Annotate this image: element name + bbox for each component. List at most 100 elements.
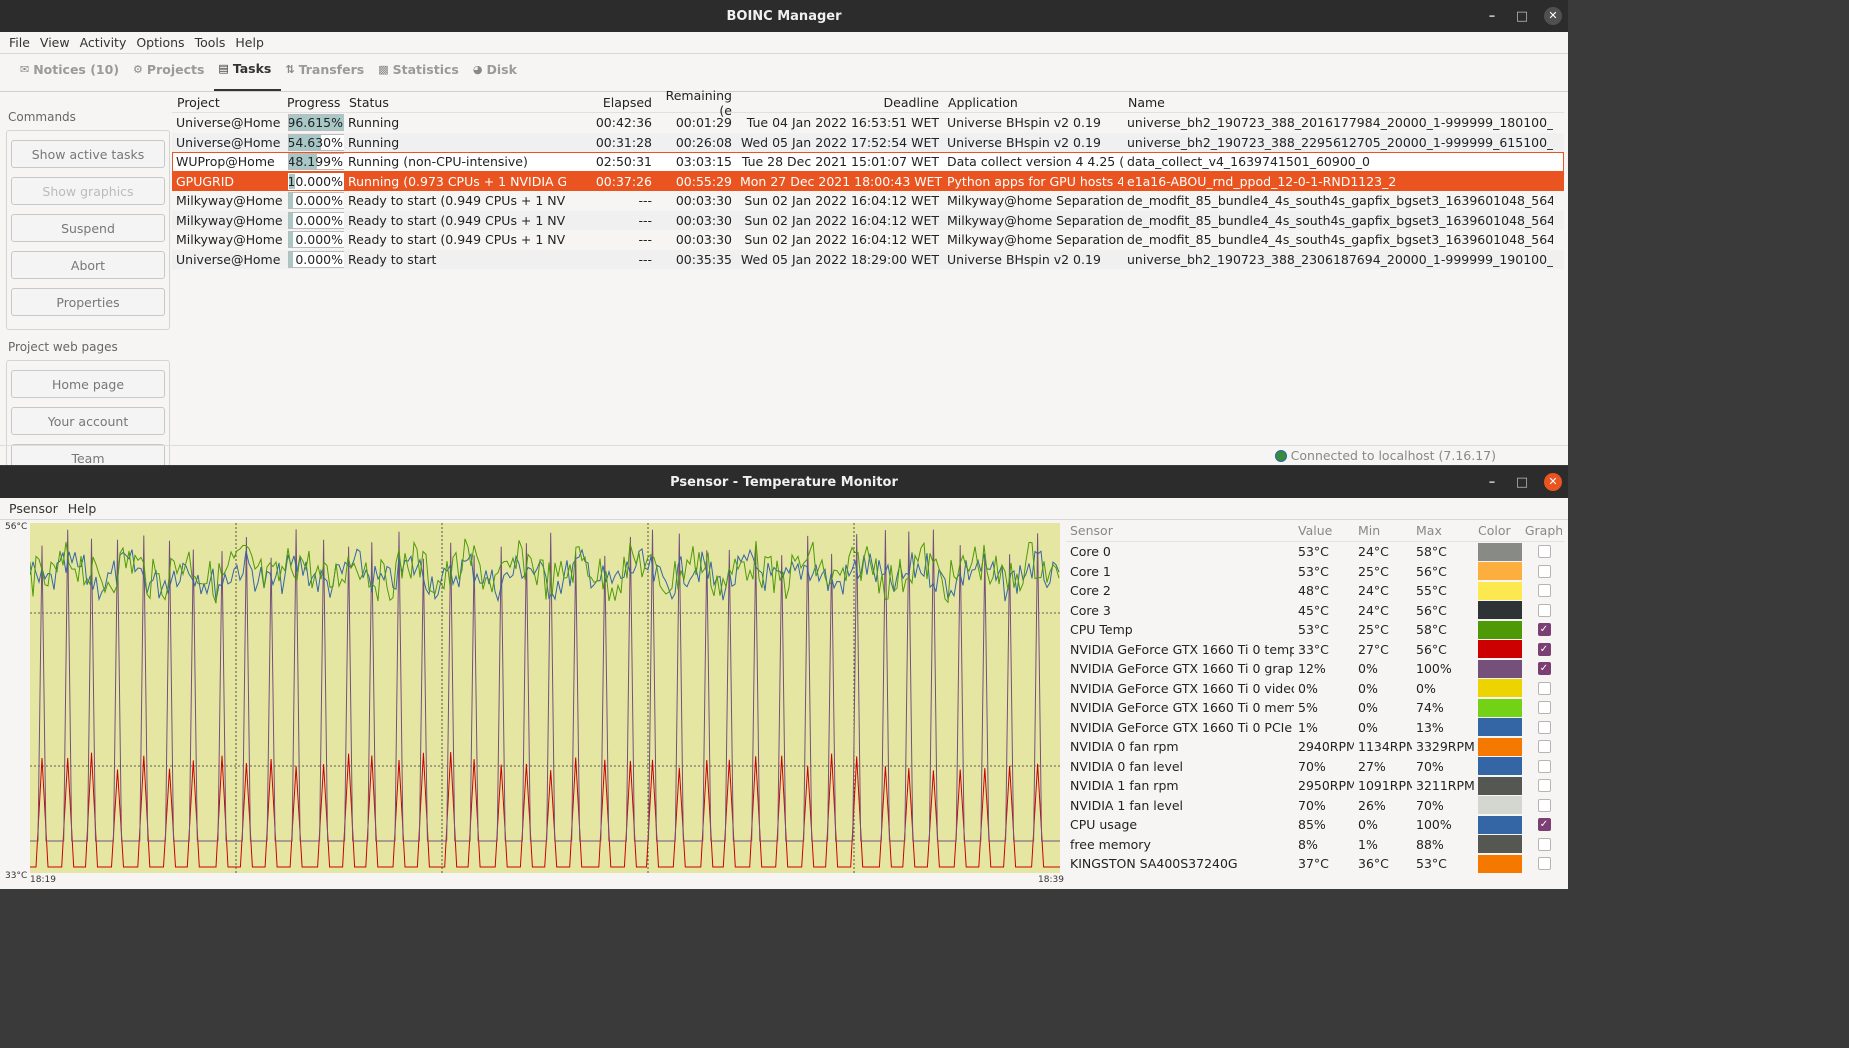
task-row[interactable]: Universe@Home 54.630% Running 00:31:28 00:26…: [172, 132, 1564, 152]
sensor-row[interactable]: CPU usage 85% 0% 100% ✓: [1066, 815, 1564, 835]
sensor-color-swatch[interactable]: [1478, 562, 1522, 581]
sensor-row[interactable]: NVIDIA GeForce GTX 1660 Ti 0 graphics 12%…: [1066, 659, 1564, 679]
menu-help[interactable]: Help: [63, 501, 102, 516]
tab-transfers[interactable]: ⇅ Transfers: [281, 55, 374, 91]
sensor-graph-checkbox[interactable]: [1537, 603, 1551, 617]
sensor-color-swatch[interactable]: [1478, 659, 1522, 678]
sensor-graph-checkbox[interactable]: [1537, 681, 1551, 695]
sensor-row[interactable]: NVIDIA 0 fan rpm 2940RPM 1134RPM 3329RPM: [1066, 737, 1564, 757]
col-progress[interactable]: Progress: [282, 95, 344, 110]
col-graph[interactable]: Graph: [1522, 523, 1562, 538]
suspend-button[interactable]: Suspend: [11, 214, 165, 242]
sensor-row[interactable]: Core 2 48°C 24°C 55°C: [1066, 581, 1564, 601]
sensor-graph-checkbox[interactable]: ✓: [1537, 623, 1551, 637]
col-elapsed[interactable]: Elapsed: [566, 95, 656, 110]
maximize-icon[interactable]: □: [1514, 475, 1530, 490]
task-row[interactable]: GPUGRID 10.000% Running (0.973 CPUs + 1 NV…: [172, 171, 1564, 191]
menu-view[interactable]: View: [35, 35, 75, 50]
sensor-graph-checkbox[interactable]: ✓: [1537, 642, 1551, 656]
sensor-color-swatch[interactable]: [1478, 737, 1522, 756]
task-row[interactable]: Milkyway@Home 0.000% Ready to start (0.949…: [172, 210, 1564, 230]
maximize-icon[interactable]: □: [1514, 9, 1530, 24]
sensor-graph-checkbox[interactable]: [1537, 857, 1551, 871]
sensor-row[interactable]: free memory 8% 1% 88%: [1066, 835, 1564, 855]
sensor-row[interactable]: CPU Temp 53°C 25°C 58°C ✓: [1066, 620, 1564, 640]
tab-disk[interactable]: ◕ Disk: [469, 55, 527, 91]
sensor-row[interactable]: Core 0 53°C 24°C 58°C: [1066, 542, 1564, 562]
sensor-graph-checkbox[interactable]: [1537, 564, 1551, 578]
sensor-graph-checkbox[interactable]: [1537, 837, 1551, 851]
sensor-graph-checkbox[interactable]: [1537, 720, 1551, 734]
sensor-graph-checkbox[interactable]: [1537, 740, 1551, 754]
col-application[interactable]: Application: [943, 95, 1123, 110]
sensor-row[interactable]: Core 1 53°C 25°C 56°C: [1066, 562, 1564, 582]
sensor-color-swatch[interactable]: [1478, 698, 1522, 717]
col-project[interactable]: Project: [172, 95, 282, 110]
sensor-color-swatch[interactable]: [1478, 640, 1522, 659]
sensor-color-swatch[interactable]: [1478, 815, 1522, 834]
sensor-graph-checkbox[interactable]: [1537, 584, 1551, 598]
minimize-icon[interactable]: –: [1484, 475, 1500, 490]
close-icon[interactable]: ✕: [1544, 7, 1562, 25]
your-account-button[interactable]: Your account: [11, 407, 165, 435]
col-max[interactable]: Max: [1412, 523, 1474, 538]
properties-button[interactable]: Properties: [11, 288, 165, 316]
col-deadline[interactable]: Deadline: [736, 95, 943, 110]
menu-tools[interactable]: Tools: [190, 35, 231, 50]
sensor-color-swatch[interactable]: [1478, 835, 1522, 854]
col-remaining[interactable]: Remaining (e: [656, 88, 736, 118]
show-active-tasks-button[interactable]: Show active tasks: [11, 140, 165, 168]
sensor-row[interactable]: NVIDIA GeForce GTX 1660 Ti 0 temp 33°C 27°…: [1066, 640, 1564, 660]
col-status[interactable]: Status: [344, 95, 566, 110]
sensor-graph-checkbox[interactable]: [1537, 759, 1551, 773]
show-graphics-button[interactable]: Show graphics: [11, 177, 165, 205]
home-page-button[interactable]: Home page: [11, 370, 165, 398]
sensor-graph-checkbox[interactable]: [1537, 779, 1551, 793]
menu-activity[interactable]: Activity: [75, 35, 132, 50]
sensor-color-swatch[interactable]: [1478, 776, 1522, 795]
tab-tasks[interactable]: ▤ Tasks: [214, 55, 282, 91]
sensor-color-swatch[interactable]: [1478, 542, 1522, 561]
task-row[interactable]: Universe@Home 0.000% Ready to start --- 00:3…: [172, 249, 1564, 269]
sensor-row[interactable]: Core 3 45°C 24°C 56°C: [1066, 601, 1564, 621]
menu-file[interactable]: File: [4, 35, 35, 50]
sensor-row[interactable]: NVIDIA 0 fan level 70% 27% 70%: [1066, 757, 1564, 777]
sensor-row[interactable]: NVIDIA 1 fan rpm 2950RPM 1091RPM 3211RPM: [1066, 776, 1564, 796]
col-name[interactable]: Name: [1123, 95, 1553, 110]
col-min[interactable]: Min: [1354, 523, 1412, 538]
sensor-graph-checkbox[interactable]: ✓: [1537, 662, 1551, 676]
sensor-color-swatch[interactable]: [1478, 854, 1522, 873]
tab-projects[interactable]: ⚙ Projects: [129, 55, 214, 91]
menu-options[interactable]: Options: [131, 35, 189, 50]
sensor-row[interactable]: NVIDIA GeForce GTX 1660 Ti 0 PCIe 1% 0% 13%: [1066, 718, 1564, 738]
sensor-color-swatch[interactable]: [1478, 757, 1522, 776]
sensor-graph-checkbox[interactable]: [1537, 798, 1551, 812]
task-row[interactable]: Milkyway@Home 0.000% Ready to start (0.949…: [172, 230, 1564, 250]
col-value[interactable]: Value: [1294, 523, 1354, 538]
tab-notices[interactable]: ✉ Notices (10): [16, 55, 129, 91]
col-color[interactable]: Color: [1474, 523, 1522, 538]
menu-help[interactable]: Help: [230, 35, 269, 50]
sensor-color-swatch[interactable]: [1478, 601, 1522, 620]
sensor-color-swatch[interactable]: [1478, 718, 1522, 737]
task-row[interactable]: Universe@Home 96.615% Running 00:42:36 00:01…: [172, 113, 1564, 133]
sensor-color-swatch[interactable]: [1478, 796, 1522, 815]
sensor-graph-checkbox[interactable]: [1537, 701, 1551, 715]
menu-psensor[interactable]: Psensor: [4, 501, 63, 516]
close-icon[interactable]: ✕: [1544, 473, 1562, 491]
col-sensor[interactable]: Sensor: [1066, 523, 1294, 538]
sensor-row[interactable]: KINGSTON SA400S37240G 37°C 36°C 53°C: [1066, 854, 1564, 874]
minimize-icon[interactable]: –: [1484, 9, 1500, 24]
task-row[interactable]: Milkyway@Home 0.000% Ready to start (0.949…: [172, 191, 1564, 211]
sensor-row[interactable]: NVIDIA GeForce GTX 1660 Ti 0 memory 5% 0% 7…: [1066, 698, 1564, 718]
abort-button[interactable]: Abort: [11, 251, 165, 279]
sensor-graph-checkbox[interactable]: ✓: [1537, 818, 1551, 832]
tab-statistics[interactable]: ▩ Statistics: [374, 55, 469, 91]
sensor-color-swatch[interactable]: [1478, 581, 1522, 600]
sensor-row[interactable]: NVIDIA GeForce GTX 1660 Ti 0 video 0% 0% 0%: [1066, 679, 1564, 699]
task-row[interactable]: WUProp@Home 48.199% Running (non-CPU-inten…: [172, 152, 1564, 172]
sensor-row[interactable]: NVIDIA 1 fan level 70% 26% 70%: [1066, 796, 1564, 816]
sensor-graph-checkbox[interactable]: [1537, 545, 1551, 559]
sensor-color-swatch[interactable]: [1478, 679, 1522, 698]
sensor-color-swatch[interactable]: [1478, 620, 1522, 639]
